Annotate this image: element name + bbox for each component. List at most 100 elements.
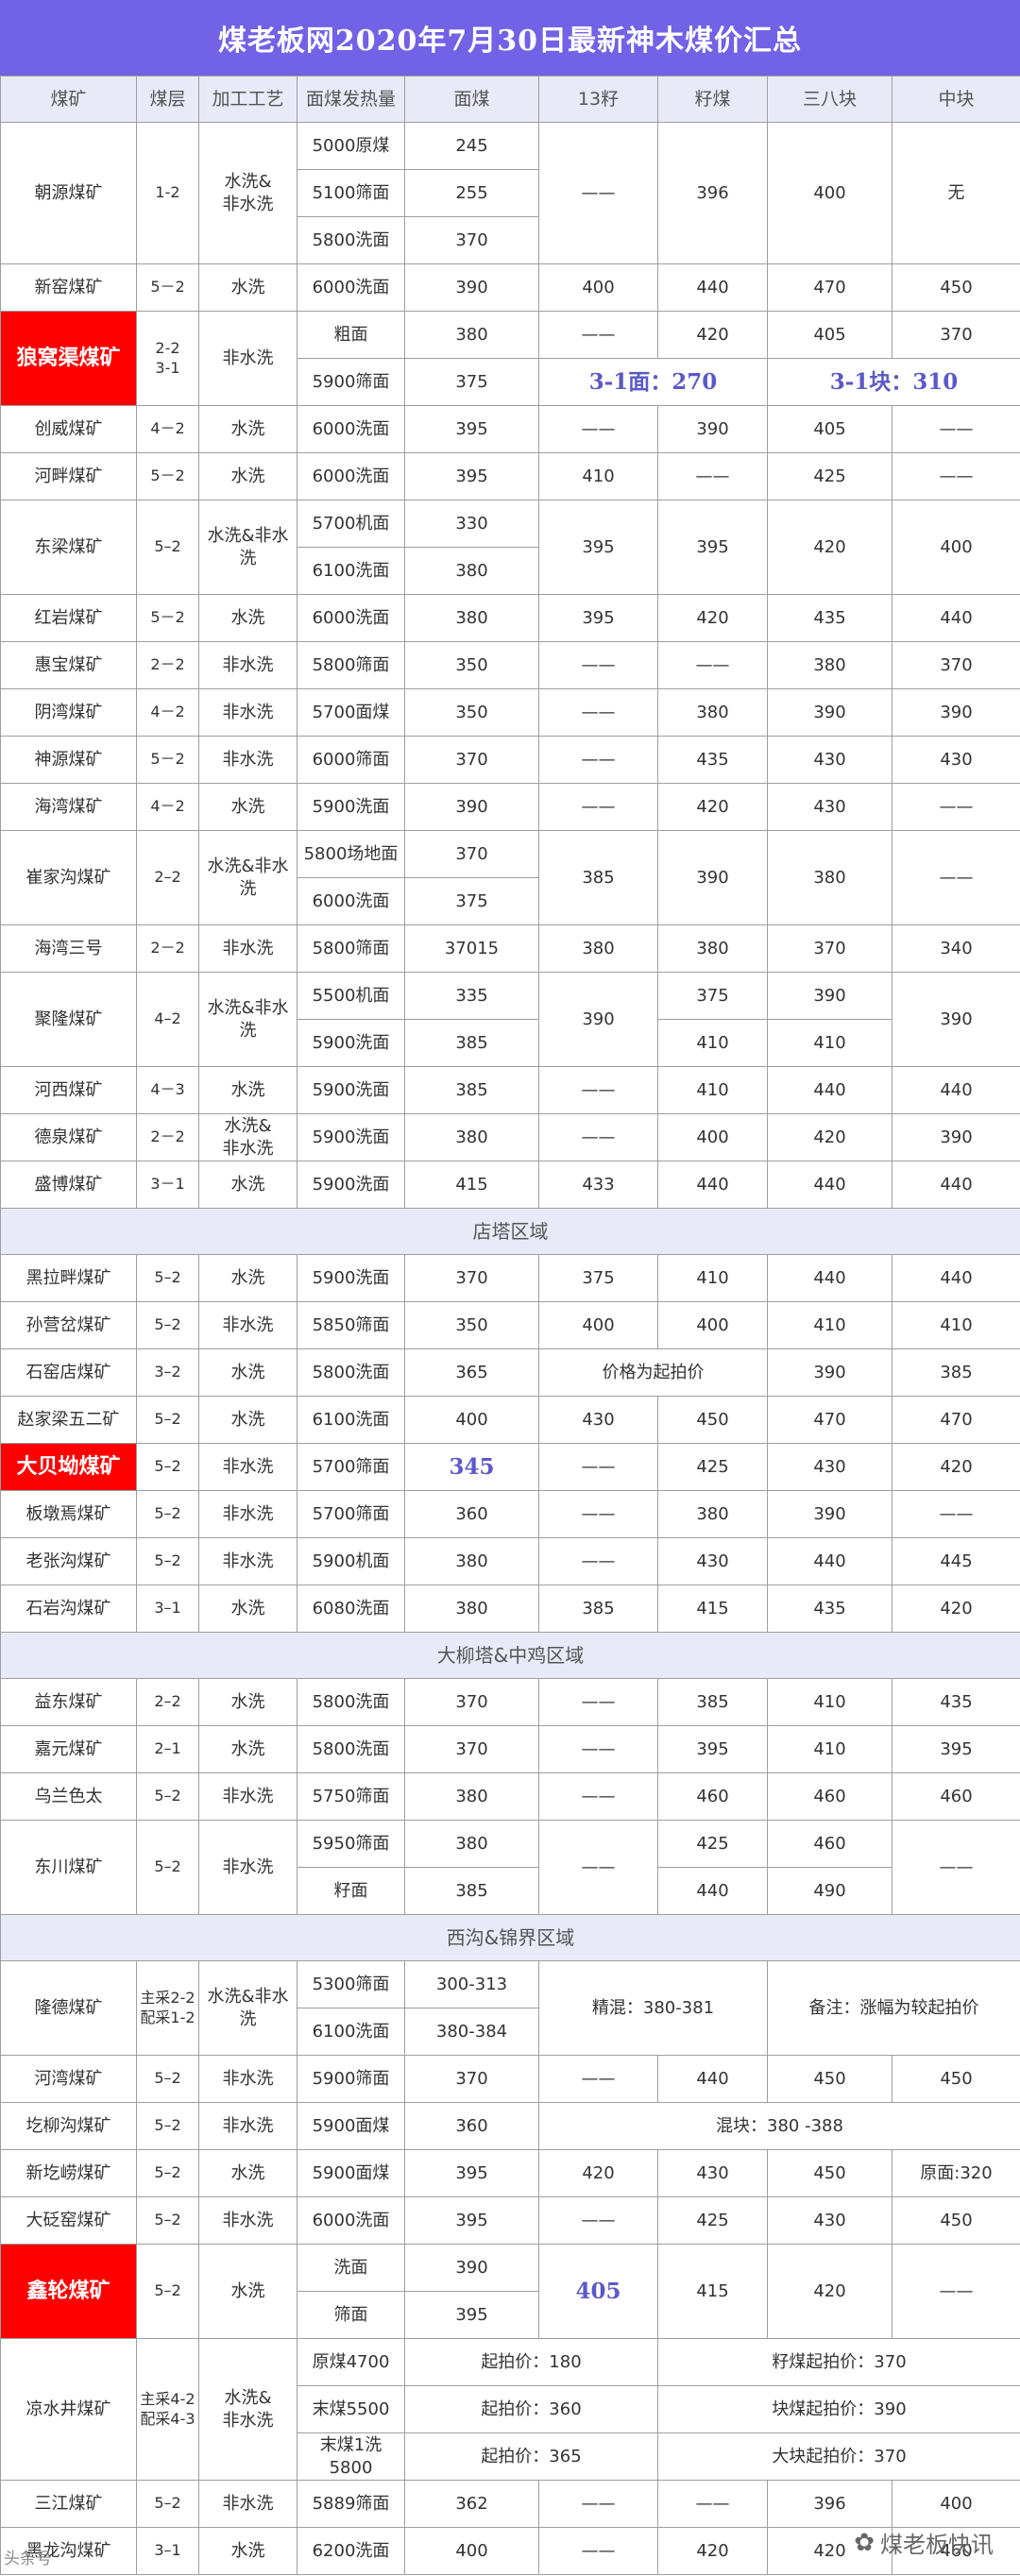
table-row: 石窑店煤矿 3–2 水洗 5800洗面 365 价格为起拍价 390 385 [0, 1348, 1020, 1397]
table-cell: 6000洗面 [297, 405, 405, 453]
table-cell: 380-384 [404, 2008, 539, 2056]
table-cell: 非水洗 [198, 641, 298, 689]
table-cell: —— [892, 1820, 1020, 1915]
table-cell: 筛面 [297, 2291, 405, 2339]
table-cell: 395 [657, 1725, 768, 1773]
table-cell: 420 [538, 2149, 658, 2197]
table-cell: 凉水井煤矿 [0, 2338, 137, 2481]
table-cell: 主采2-2 配采1-2 [136, 1960, 199, 2056]
table-cell: 水洗 [198, 594, 298, 642]
table-cell: 370 [404, 2055, 539, 2103]
table-cell: 惠宝煤矿 [0, 641, 137, 689]
table-cell: 435 [767, 594, 892, 642]
section-title: 西沟&锦界区域 [0, 1914, 1020, 1961]
table-cell: 水洗&非水洗 [198, 1960, 298, 2056]
table-cell: —— [657, 452, 768, 500]
table-cell: 5–2 [136, 2102, 199, 2150]
table-cell: 河西煤矿 [0, 1066, 137, 1114]
table-cell: 5889筛面 [297, 2480, 405, 2528]
table-cell: 460 [892, 1772, 1020, 1821]
table-cell: 395 [892, 1725, 1020, 1773]
table-row: 乌兰色太 5–2 非水洗 5750筛面 380 —— 460 460 460 [0, 1772, 1020, 1821]
table-cell: 385 [404, 1867, 539, 1915]
table-cell: 370 [404, 736, 539, 784]
column-header: 三八块 [767, 76, 892, 123]
section-title: 大柳塔&中鸡区域 [0, 1632, 1020, 1679]
table-cell: 5800场地面 [297, 830, 405, 878]
table-cell: 440 [657, 1867, 768, 1915]
table-cell: 嘉元煤矿 [0, 1725, 137, 1773]
table-cell: 主采4-2 配采4-3 [136, 2338, 199, 2481]
table-cell: 非水洗 [198, 2055, 298, 2103]
table-cell: 5800洗面 [297, 1348, 405, 1397]
table-cell: 起拍价：180 [404, 2338, 658, 2386]
table-cell: 3–1 [136, 1585, 199, 1633]
table-cell: 水洗&非水洗 [198, 122, 298, 264]
table-cell: 非水洗 [198, 736, 298, 784]
table-cell: 德泉煤矿 [0, 1113, 137, 1161]
table-cell: 朝源煤矿 [0, 122, 137, 264]
table-cell: 450 [892, 2196, 1020, 2245]
table-cell: 400 [892, 500, 1020, 595]
table-cell: 大砭窑煤矿 [0, 2196, 137, 2245]
table-cell: 水洗 [198, 1161, 298, 1209]
table-cell: 聚隆煤矿 [0, 972, 137, 1067]
table-cell: 非水洗 [198, 1443, 298, 1491]
table-cell: 395 [538, 500, 658, 595]
table-cell: 大块起拍价：370 [657, 2432, 1020, 2481]
table-cell: 5－2 [136, 594, 199, 642]
table-cell: 5500机面 [297, 972, 405, 1020]
table-cell: 380 [404, 547, 539, 595]
table-cell: 450 [892, 263, 1020, 312]
table-cell: 435 [767, 1585, 892, 1633]
table-cell: 1-2 [136, 122, 199, 264]
table-cell: —— [892, 783, 1020, 831]
table-cell: 河湾煤矿 [0, 2055, 137, 2103]
table-cell: 385 [404, 1066, 539, 1114]
table-cell: 5–2 [136, 1490, 199, 1538]
table-cell: 块煤起拍价：390 [657, 2385, 1020, 2433]
table-cell: 新圪崂煤矿 [0, 2149, 137, 2197]
table-cell: —— [538, 1725, 658, 1773]
table-cell: 5–2 [136, 2196, 199, 2245]
column-header: 加工工艺 [198, 76, 298, 123]
table-cell: 5－2 [136, 736, 199, 784]
table-cell: 红岩煤矿 [0, 594, 137, 642]
header-row: 煤矿 煤层 加工工艺 面煤发热量 面煤 13籽 籽煤 三八块 中块 [0, 76, 1020, 123]
table-cell: 水洗&非水洗 [198, 500, 298, 595]
table-cell: 阴湾煤矿 [0, 688, 137, 737]
table-cell: 395 [404, 2291, 539, 2339]
table-cell: 粗面 [297, 311, 405, 359]
table-cell: 非水洗 [198, 1772, 298, 1821]
table-cell: 470 [892, 1396, 1020, 1444]
table-cell: 板墩焉煤矿 [0, 1490, 137, 1538]
table-cell: 415 [657, 2244, 768, 2339]
table-cell: 海湾煤矿 [0, 783, 137, 831]
table-cell: 433 [538, 1161, 658, 1209]
table-cell: —— [538, 1820, 658, 1915]
table-row: 东川煤矿 5–2 非水洗 5950筛面 380 —— 425 460 —— [0, 1820, 1020, 1915]
table-cell: 原面:320 [892, 2149, 1020, 2197]
table-cell: 385 [892, 1348, 1020, 1397]
table-cell: 340 [892, 924, 1020, 973]
table-cell: 390 [538, 972, 658, 1067]
table-cell: 水洗 [198, 2244, 298, 2339]
table-cell: 5900面煤 [297, 2102, 405, 2150]
table-cell: 420 [892, 1443, 1020, 1491]
table-cell: 395 [404, 2149, 539, 2197]
table-cell: 395 [657, 500, 768, 595]
table-row: 阴湾煤矿 4－2 非水洗 5700面煤 350 —— 380 390 390 [0, 688, 1020, 737]
table-cell: 非水洗 [198, 2102, 298, 2150]
table-cell: 5–2 [136, 2244, 199, 2339]
table-cell: 395 [404, 405, 539, 453]
table-cell: —— [892, 405, 1020, 453]
table-row: 河畔煤矿 5－2 水洗 6000洗面 395 410 —— 425 —— [0, 452, 1020, 500]
table-cell: 2－2 [136, 641, 199, 689]
table-cell: 水洗 [198, 783, 298, 831]
table-cell: 390 [404, 2244, 539, 2292]
table-cell: 385 [538, 830, 658, 925]
table-cell: 370 [404, 1725, 539, 1773]
table-cell: 2－2 [136, 1113, 199, 1161]
table-cell: 410 [767, 1725, 892, 1773]
table-row: 新窑煤矿 5－2 水洗 6000洗面 390 400 440 470 450 [0, 263, 1020, 312]
